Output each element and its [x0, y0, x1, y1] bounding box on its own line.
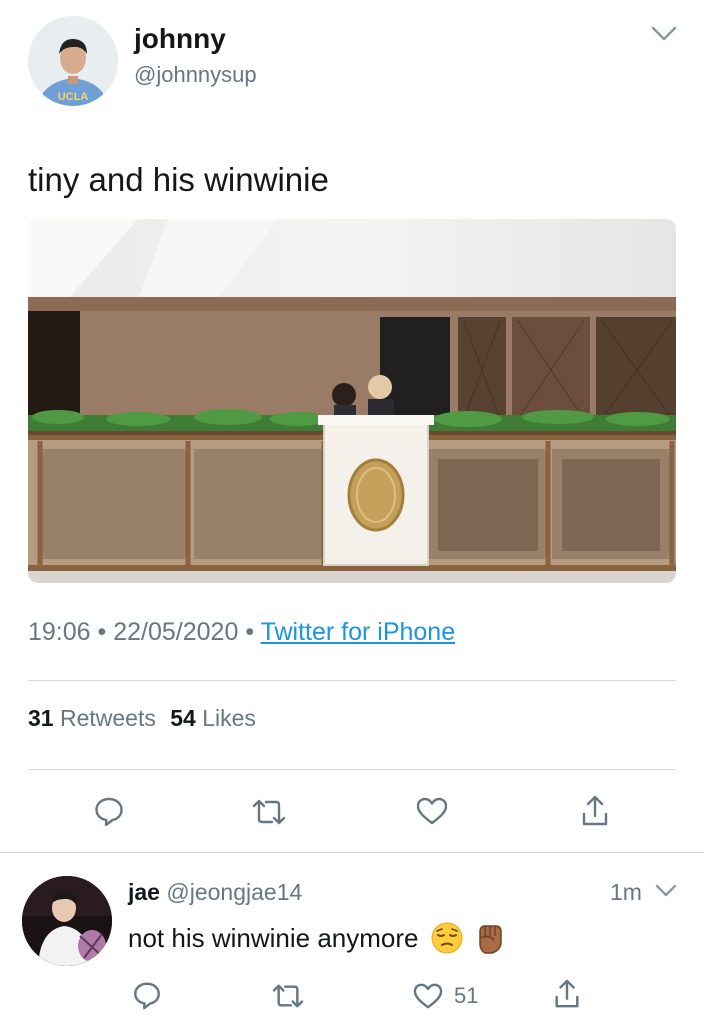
retweets-stat[interactable]: 31 Retweets [28, 705, 162, 731]
raised-fist-emoji [474, 920, 506, 956]
share-icon[interactable] [579, 794, 611, 828]
pensive-face-emoji [430, 921, 464, 955]
reply-icon[interactable] [93, 795, 125, 827]
divider [0, 852, 704, 853]
tweet-time: 19:06 [28, 618, 91, 646]
retweet-icon[interactable] [250, 797, 288, 827]
retweets-count: 31 [28, 705, 54, 731]
reply-like-count: 51 [454, 983, 479, 1008]
chevron-down-icon[interactable] [650, 24, 678, 44]
avatar-shirt-text: UCLA [58, 91, 89, 103]
reply-chevron-down-icon[interactable] [654, 882, 678, 900]
retweets-label: Retweets [59, 705, 156, 731]
reply-text-row: not his winwinie anymore [128, 920, 506, 956]
likes-label: Likes [202, 705, 256, 731]
tweet-text: tiny and his winwinie [28, 161, 329, 198]
reply-like-button[interactable]: 51 [412, 980, 478, 1012]
divider [28, 769, 676, 770]
tweet-date: 22/05/2020 [113, 618, 239, 646]
reply-reply-icon[interactable] [132, 980, 162, 1010]
author-avatar[interactable]: UCLA [28, 16, 118, 106]
tweet-meta: 19:06 • 22/05/2020 • Twitter for iPhone [28, 617, 455, 647]
reply-timestamp: 1m [610, 879, 642, 905]
likes-count: 54 [170, 705, 196, 731]
divider [28, 680, 676, 681]
tweet-client-link[interactable]: Twitter for iPhone [261, 618, 456, 646]
reply-header: jae @jeongjae14 [128, 878, 302, 906]
reply-display-name[interactable]: jae [128, 879, 160, 905]
meta-separator: • [97, 618, 107, 646]
reply-avatar[interactable] [22, 876, 112, 966]
tweet-stats: 31 Retweets 54 Likes [28, 704, 256, 732]
tweet-photo[interactable] [28, 219, 676, 583]
reply-text: not his winwinie anymore [128, 923, 419, 953]
author-handle[interactable]: @johnnysup [134, 62, 257, 88]
meta-separator: • [245, 618, 255, 646]
reply-like-icon [412, 982, 444, 1010]
reply-retweet-icon[interactable] [270, 982, 306, 1010]
like-icon[interactable] [415, 796, 449, 826]
reply-handle[interactable]: @jeongjae14 [166, 879, 302, 905]
author-display-name[interactable]: johnny [134, 23, 226, 55]
reply-share-icon[interactable] [552, 978, 582, 1010]
likes-stat[interactable]: 54 Likes [170, 705, 256, 731]
